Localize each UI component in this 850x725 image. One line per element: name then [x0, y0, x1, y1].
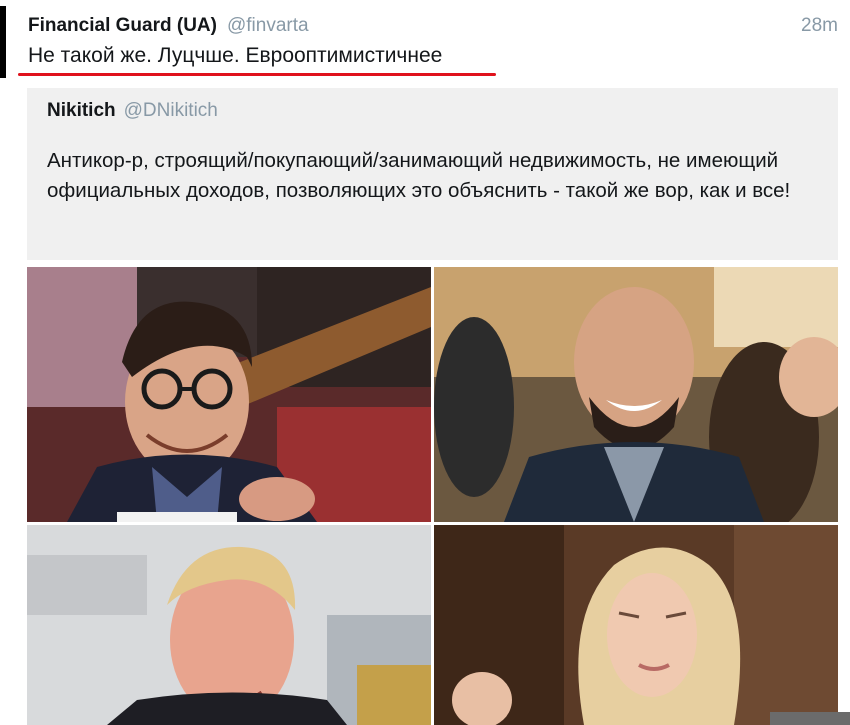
photo-4-image [434, 525, 838, 725]
tweet-timestamp[interactable]: 28m [801, 15, 838, 37]
tweet-text: Не такой же. Луцчше. Еврооптимистичнее [28, 44, 443, 67]
photo-1[interactable] [27, 267, 431, 522]
quoted-tweet-text: Антикор-р, строящий/покупающий/занимающи… [47, 149, 791, 202]
bottom-edge-strip [770, 712, 850, 725]
photo-2[interactable] [434, 267, 838, 522]
tweet-header: Financial Guard (UA) @finvarta 28m [28, 12, 838, 40]
quoted-tweet-header: Nikitich @DNikitich [47, 100, 218, 128]
photo-1-image [27, 267, 431, 522]
left-accent-bar [0, 6, 6, 78]
quoted-tweet-card[interactable]: Nikitich @DNikitich Антикор-р, строящий/… [27, 88, 838, 260]
photo-3[interactable] [27, 525, 431, 725]
photo-2-image [434, 267, 838, 522]
quoted-author-handle[interactable]: @DNikitich [124, 100, 218, 122]
quoted-author-name[interactable]: Nikitich [47, 100, 116, 122]
photo-4[interactable] [434, 525, 838, 725]
author-handle[interactable]: @finvarta [227, 15, 309, 37]
photo-3-image [27, 525, 431, 725]
photo-grid [27, 267, 838, 725]
author-name[interactable]: Financial Guard (UA) [28, 15, 217, 37]
red-underline-annotation [18, 73, 496, 76]
